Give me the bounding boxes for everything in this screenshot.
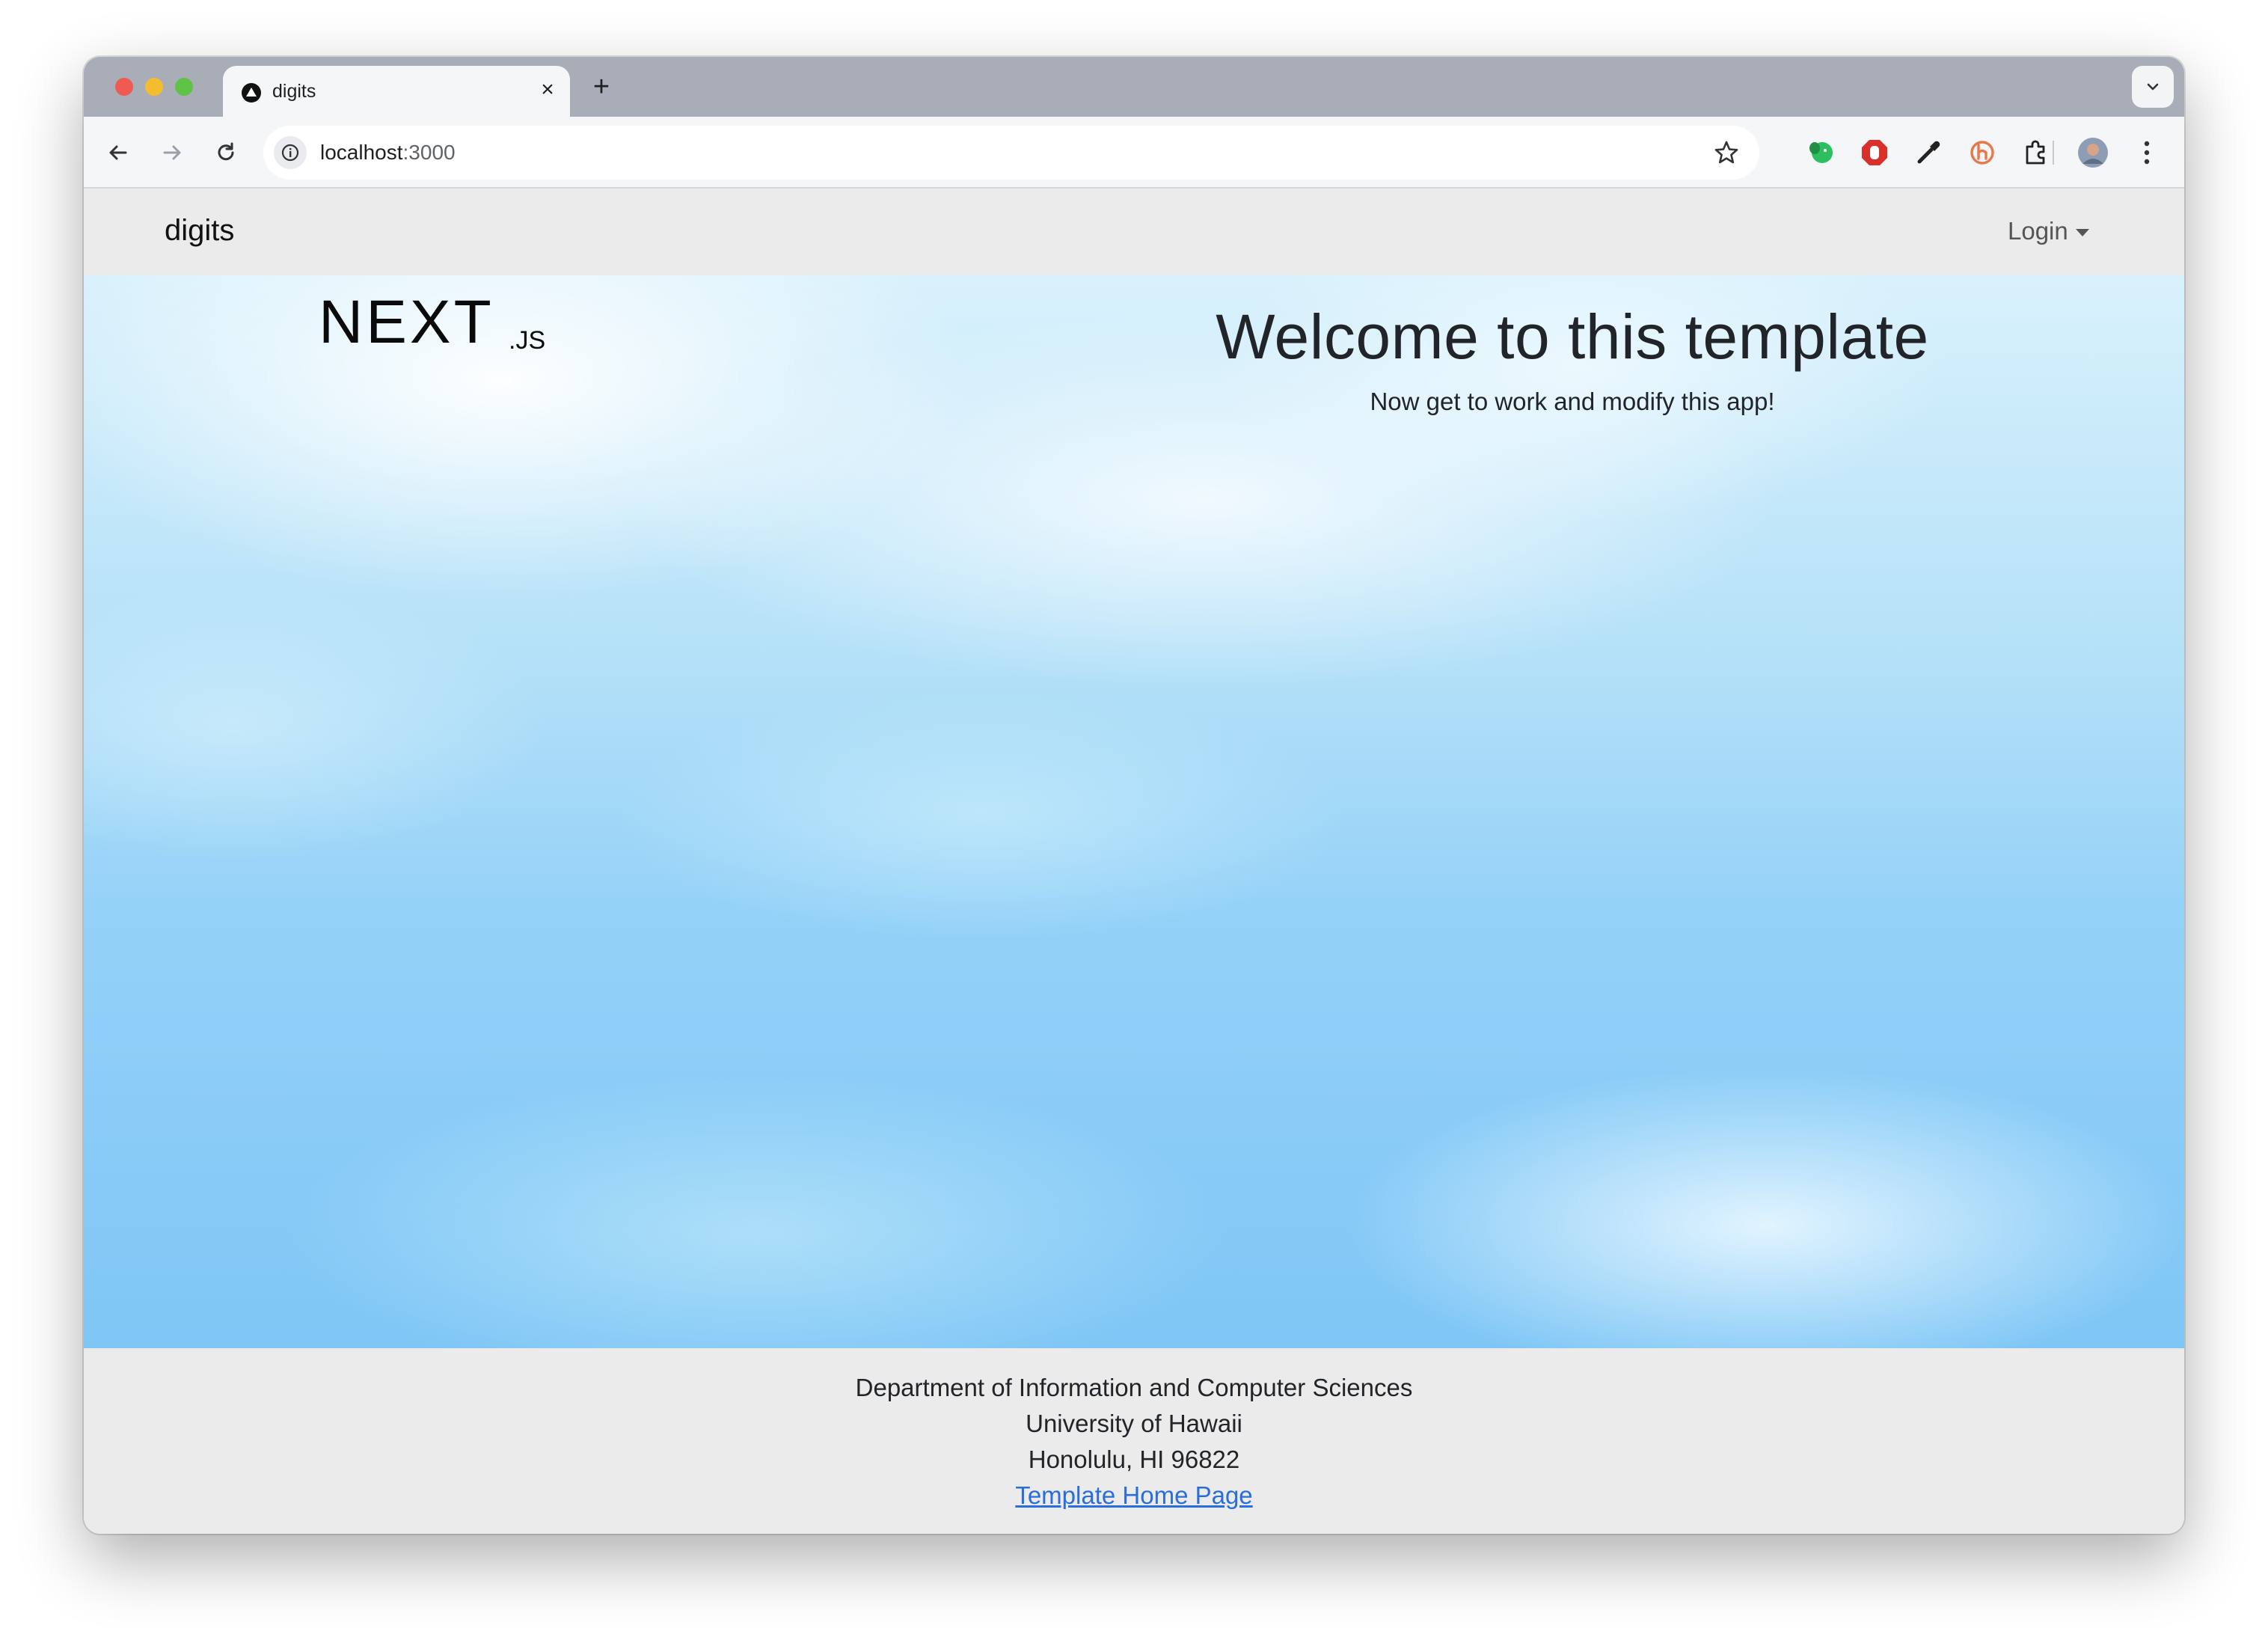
puzzle-piece-icon: [2026, 140, 2045, 165]
footer-department: Department of Information and Computer S…: [855, 1374, 1413, 1401]
color-picker-extension-icon[interactable]: [1912, 136, 1945, 169]
site-footer: Department of Information and Computer S…: [84, 1348, 2184, 1534]
evernote-extension-icon[interactable]: [1804, 136, 1837, 169]
browser-toolbar: localhost:3000: [84, 117, 2184, 189]
hero-section: NEXT .JS Welcome to this template Now ge…: [84, 275, 2184, 1348]
login-dropdown[interactable]: Login: [2008, 217, 2089, 245]
url-host: localhost: [320, 141, 403, 164]
honey-h-icon: [1970, 141, 1994, 165]
adblock-extension-icon[interactable]: [1858, 136, 1891, 169]
info-circle-icon: [281, 144, 299, 162]
template-home-link[interactable]: Template Home Page: [1015, 1481, 1252, 1509]
forward-icon: [163, 145, 181, 160]
honey-extension-icon[interactable]: [1966, 136, 1999, 169]
tab-title: digits: [272, 81, 316, 102]
kebab-menu-icon: [2144, 141, 2150, 165]
nextjs-logo: NEXT .JS: [319, 296, 545, 356]
reload-button[interactable]: [206, 133, 245, 172]
caret-down-icon: [2075, 229, 2089, 236]
page-viewport: digits Login NEXT .JS Welcome to this te…: [84, 189, 2184, 1534]
forward-button[interactable]: [153, 133, 191, 172]
url-text: localhost:3000: [320, 141, 456, 165]
maximize-window-button[interactable]: [175, 78, 193, 96]
tab-digits[interactable]: digits ×: [223, 66, 570, 117]
tab-search-button[interactable]: [2132, 66, 2174, 108]
extensions-button[interactable]: [2020, 136, 2053, 169]
welcome-heading: Welcome to this template: [1216, 302, 1929, 372]
toolbar-divider: [2053, 141, 2054, 165]
chevron-down-icon: [2147, 83, 2159, 91]
reload-icon: [218, 142, 234, 161]
minimize-window-button[interactable]: [145, 78, 163, 96]
more-menu-button[interactable]: [2130, 136, 2163, 169]
tab-close-icon[interactable]: ×: [534, 76, 561, 103]
site-navbar: digits Login: [84, 189, 2184, 275]
footer-university: University of Hawaii: [1026, 1410, 1242, 1437]
new-tab-button[interactable]: +: [586, 72, 616, 102]
address-bar[interactable]: localhost:3000: [263, 126, 1759, 180]
elephant-icon: [1809, 142, 1833, 163]
profile-avatar[interactable]: [2077, 136, 2109, 169]
tab-strip: digits × +: [84, 57, 2184, 117]
bookmark-star-icon[interactable]: [1713, 139, 1740, 166]
navbar-brand[interactable]: digits: [165, 214, 234, 248]
url-port: :3000: [402, 141, 456, 164]
browser-window: digits × + localhost:3000 digits Login N…: [84, 57, 2184, 1534]
footer-address: Honolulu, HI 96822: [1028, 1445, 1240, 1473]
welcome-subtitle: Now get to work and modify this app!: [1370, 388, 1775, 415]
footer-link-row: Template Home Page: [84, 1481, 2184, 1510]
logo-suffix: .JS: [509, 326, 545, 355]
close-window-button[interactable]: [115, 78, 133, 96]
vercel-favicon-icon: [242, 83, 261, 103]
eyedropper-icon: [1917, 141, 1940, 164]
avatar-photo-icon: [2078, 138, 2108, 168]
site-info-icon[interactable]: [274, 136, 307, 169]
login-label: Login: [2008, 217, 2068, 245]
back-button[interactable]: [99, 133, 138, 172]
stop-hand-icon: [1862, 140, 1887, 165]
back-icon: [109, 145, 127, 160]
logo-text: NEXT: [319, 296, 494, 356]
